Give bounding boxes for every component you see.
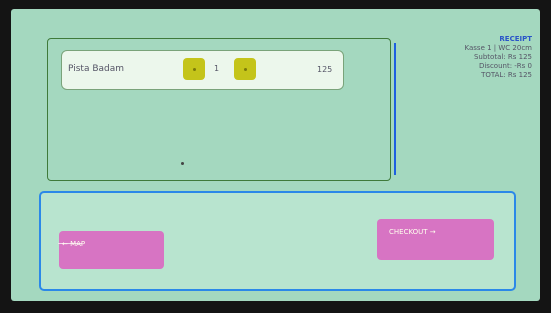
panel-divider	[394, 43, 396, 175]
minus-icon	[193, 68, 196, 71]
receipt-discount: Discount: -Rs 0	[478, 62, 532, 70]
receipt-subtotal: Subtotal: Rs 125	[473, 53, 532, 61]
panel-dot	[181, 162, 184, 165]
receipt-title: RECEIPT	[499, 35, 532, 43]
receipt-total: TOTAL: Rs 125	[481, 71, 532, 79]
item-price: 125	[317, 65, 333, 74]
map-button[interactable]: ← MAP	[58, 231, 164, 269]
item-quantity: 1	[214, 64, 220, 73]
map-button-label: ← MAP	[62, 240, 86, 248]
increase-quantity-button[interactable]	[234, 58, 256, 80]
item-name: Pista Badam	[68, 64, 125, 74]
pos-screen: Pista Badam 1 125 RECEIPT Kasse 1 | WC 2…	[11, 9, 540, 301]
checkout-button[interactable]: CHECKOUT →	[377, 219, 494, 260]
receipt-panel: RECEIPT Kasse 1 | WC 20cm Subtotal: Rs 1…	[403, 35, 532, 80]
plus-icon	[244, 68, 247, 71]
checkout-button-label: CHECKOUT →	[389, 228, 436, 236]
receipt-header: Kasse 1 | WC 20cm	[464, 44, 532, 52]
cart-item-card: Pista Badam 1 125	[61, 50, 344, 90]
decrease-quantity-button[interactable]	[183, 58, 205, 80]
